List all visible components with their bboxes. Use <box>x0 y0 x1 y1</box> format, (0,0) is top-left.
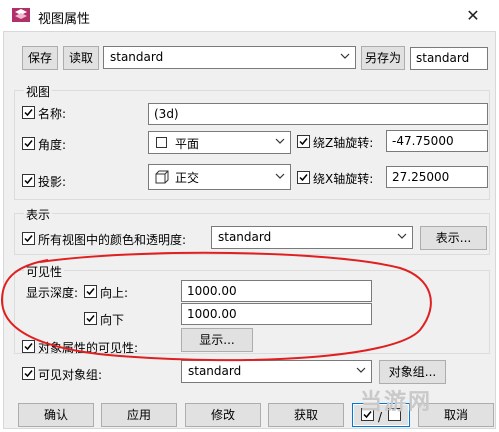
down-checkbox[interactable] <box>84 312 97 325</box>
window-title: 视图属性 <box>38 12 91 27</box>
object-props-checkbox[interactable] <box>22 340 35 353</box>
projection-select[interactable]: 正交 <box>148 164 291 190</box>
config-select[interactable]: standard <box>103 46 356 69</box>
chevron-down-icon <box>356 367 366 373</box>
watermark-logo: 当游网 <box>360 390 433 415</box>
apply-button[interactable]: 应用 <box>101 403 177 427</box>
ok-button[interactable]: 确认 <box>18 403 94 427</box>
cube-icon <box>155 170 169 184</box>
checkmark-icon <box>24 177 33 185</box>
representation-group-title: 表示 <box>24 206 53 223</box>
checkmark-icon <box>24 235 33 243</box>
close-button[interactable]: ✕ <box>462 6 484 26</box>
rot-x-field[interactable]: 27.25000 <box>386 166 488 188</box>
checkmark-icon <box>299 138 308 146</box>
visible-groups-checkbox[interactable] <box>22 367 35 380</box>
projection-checkbox[interactable] <box>22 174 35 187</box>
rot-z-checkbox[interactable] <box>297 135 310 148</box>
checkmark-icon <box>299 174 308 182</box>
angle-select[interactable]: 平面 <box>148 131 291 154</box>
chevron-down-icon <box>275 173 285 179</box>
depth-label: 显示深度: <box>26 286 79 300</box>
chevron-down-icon <box>397 233 407 239</box>
visible-groups-value: standard <box>188 364 242 378</box>
checkmark-icon <box>24 343 33 351</box>
name-field-value: (3d) <box>154 107 179 121</box>
rot-x-checkbox[interactable] <box>297 171 310 184</box>
save-button[interactable]: 保存 <box>22 46 58 70</box>
rot-x-label: 绕X轴旋转: <box>313 172 374 186</box>
colors-label: 所有视图中的颜色和透明度: <box>38 233 187 247</box>
angle-label: 角度: <box>38 138 67 152</box>
rot-z-field[interactable]: -47.75000 <box>386 130 488 152</box>
up-field[interactable]: 1000.00 <box>181 280 372 302</box>
object-group-button[interactable]: 对象组... <box>379 360 446 384</box>
name-field[interactable]: (3d) <box>148 103 488 125</box>
display-button[interactable]: 显示... <box>181 328 253 352</box>
down-label: 向下 <box>100 313 125 327</box>
close-icon: ✕ <box>466 6 480 25</box>
checkmark-icon <box>86 315 95 323</box>
config-select-value: standard <box>110 50 164 64</box>
representation-button[interactable]: 表示... <box>420 226 487 250</box>
read-button[interactable]: 读取 <box>63 46 99 70</box>
checkmark-icon <box>24 109 33 117</box>
rot-z-value: -47.75000 <box>392 134 454 148</box>
object-props-label: 对象属性的可见性: <box>38 341 139 355</box>
colors-select[interactable]: standard <box>211 226 413 249</box>
down-field[interactable]: 1000.00 <box>181 303 372 325</box>
checkmark-icon <box>86 288 95 296</box>
app-icon <box>12 8 30 22</box>
name-checkbox[interactable] <box>22 106 35 119</box>
down-value: 1000.00 <box>187 307 237 321</box>
up-checkbox[interactable] <box>84 285 97 298</box>
colors-checkbox[interactable] <box>22 232 35 245</box>
title-bar: 视图属性 ✕ <box>0 0 499 31</box>
checkmark-icon <box>24 370 33 378</box>
name-label: 名称: <box>38 107 67 121</box>
rot-x-value: 27.25000 <box>392 170 450 184</box>
save-as-button[interactable]: 另存为 <box>361 46 405 70</box>
view-group-title: 视图 <box>24 83 53 100</box>
checkmark-icon <box>24 140 33 148</box>
chevron-down-icon <box>275 138 285 144</box>
rot-z-label: 绕Z轴旋转: <box>313 136 374 150</box>
up-value: 1000.00 <box>187 284 237 298</box>
plane-icon <box>156 137 167 148</box>
angle-select-value: 平面 <box>175 137 200 151</box>
visibility-group-title: 可见性 <box>24 263 65 280</box>
get-button[interactable]: 获取 <box>268 403 344 427</box>
chevron-down-icon <box>340 53 350 59</box>
projection-label: 投影: <box>38 175 67 189</box>
projection-select-value: 正交 <box>175 171 200 185</box>
save-as-name-field[interactable]: standard <box>410 47 488 70</box>
visible-groups-select[interactable]: standard <box>181 360 372 383</box>
save-as-name-value: standard <box>416 51 470 65</box>
up-label: 向上: <box>100 286 129 300</box>
angle-checkbox[interactable] <box>22 137 35 150</box>
visible-groups-label: 可见对象组: <box>38 368 103 382</box>
colors-select-value: standard <box>218 230 272 244</box>
modify-button[interactable]: 修改 <box>185 403 261 427</box>
